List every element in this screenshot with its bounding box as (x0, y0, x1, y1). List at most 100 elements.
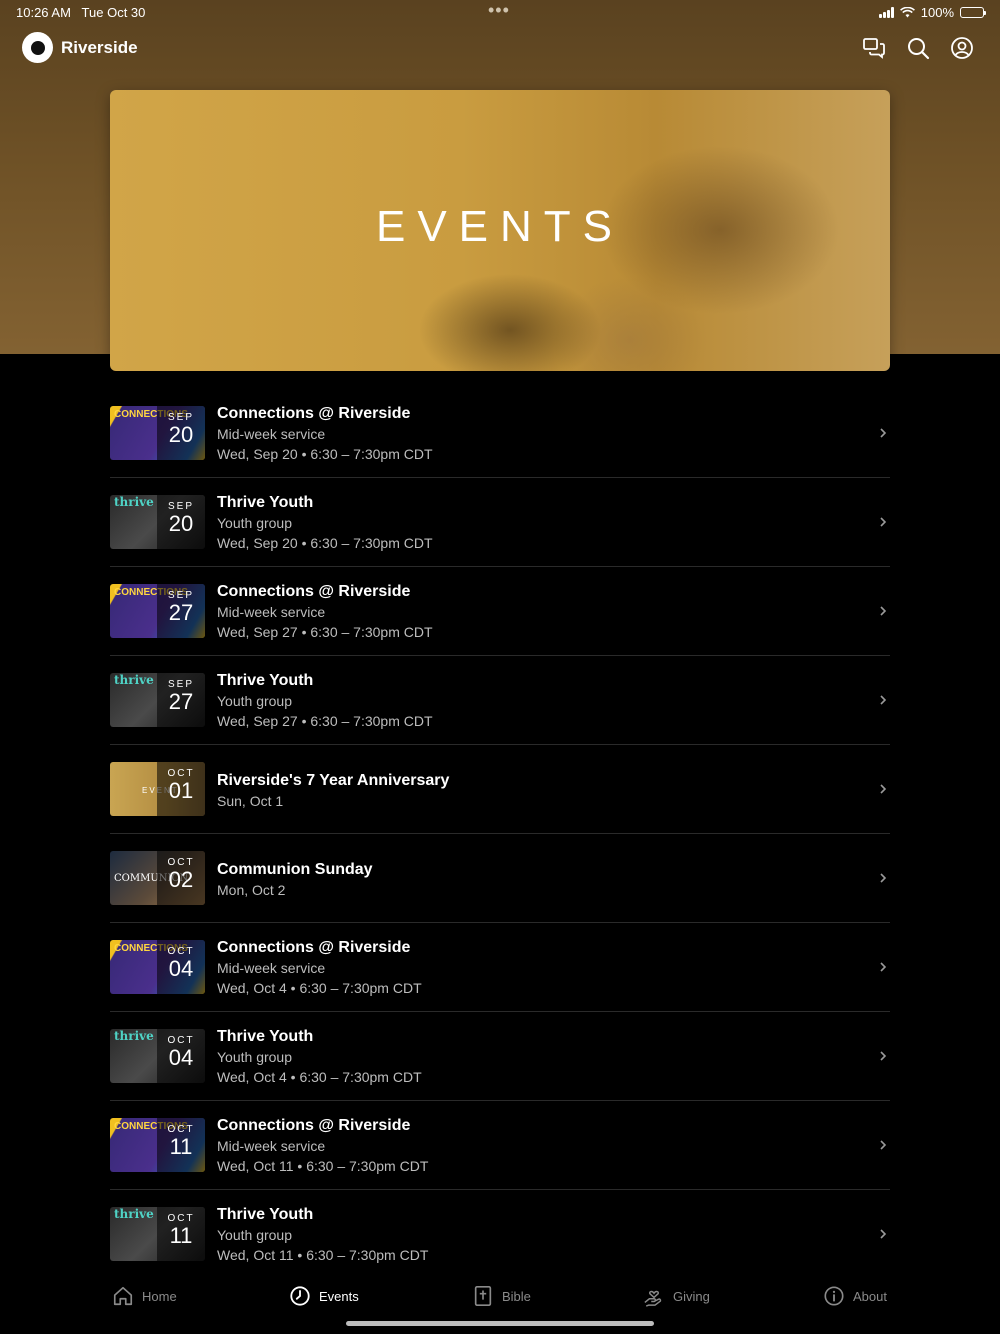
event-title: Connections @ Riverside (217, 939, 411, 956)
event-datetime: Wed, Oct 4 • 6:30 – 7:30pm CDT (217, 1069, 422, 1085)
status-bar: 10:26 AM Tue Oct 30 ••• 100% (0, 0, 1000, 24)
date-badge: OCT 02 (157, 851, 205, 905)
event-thumbnail: thrive SEP 20 (110, 495, 205, 549)
event-row[interactable]: CONNECTIONS SEP 20 Connections @ Riversi… (110, 389, 890, 478)
app-title: Riverside (61, 38, 138, 57)
tab-home[interactable]: Home (112, 1282, 177, 1310)
events-hero-banner: EVENTS (110, 90, 890, 371)
tab-label: Bible (502, 1288, 531, 1304)
battery-percent: 100% (920, 5, 954, 20)
event-row[interactable]: thrive OCT 11 Thrive Youth Youth group W… (110, 1190, 890, 1278)
chat-icon[interactable] (862, 36, 886, 60)
giving-icon (644, 1290, 662, 1307)
chevron-right-icon (880, 873, 887, 883)
tab-label: About (853, 1288, 887, 1304)
date-badge: SEP 20 (157, 406, 205, 460)
event-subtitle: Youth group (217, 515, 292, 531)
event-thumbnail: CONNECTIONS OCT 11 (110, 1118, 205, 1172)
event-info: Connections @ Riverside Mid-week service… (217, 938, 422, 998)
clock-icon (290, 1286, 310, 1306)
status-time: 10:26 AM Tue Oct 30 (16, 5, 145, 20)
event-title: Communion Sunday (217, 861, 373, 878)
event-info: Thrive Youth Youth group Wed, Sep 27 • 6… (217, 671, 433, 731)
thumbnail-text: thrive (114, 1207, 154, 1221)
app-header: Riverside (0, 30, 1000, 66)
multitask-dots-icon[interactable]: ••• (488, 0, 510, 21)
event-row[interactable]: thrive SEP 27 Thrive Youth Youth group W… (110, 656, 890, 745)
search-icon[interactable] (906, 36, 930, 60)
header-actions (862, 36, 974, 60)
event-title: Thrive Youth (217, 672, 314, 689)
date-badge: OCT 11 (157, 1118, 205, 1172)
badge-day: 27 (168, 600, 194, 625)
tab-bible[interactable]: Bible (472, 1282, 531, 1310)
event-datetime: Wed, Oct 11 • 6:30 – 7:30pm CDT (217, 1158, 429, 1174)
event-title: Riverside's 7 Year Anniversary (217, 772, 450, 789)
badge-day: 20 (168, 511, 194, 536)
thumbnail-text: thrive (114, 1029, 154, 1043)
badge-day: 02 (168, 867, 194, 892)
event-datetime: Wed, Oct 4 • 6:30 – 7:30pm CDT (217, 980, 422, 996)
date-badge: SEP 27 (157, 673, 205, 727)
event-info: Thrive Youth Youth group Wed, Oct 11 • 6… (217, 1205, 428, 1265)
thumbnail-text: thrive (114, 495, 154, 509)
event-row[interactable]: CONNECTIONS SEP 27 Connections @ Riversi… (110, 567, 890, 656)
profile-icon[interactable] (950, 36, 974, 60)
event-row[interactable]: CONNECTIONS OCT 04 Connections @ Riversi… (110, 923, 890, 1012)
event-thumbnail: CONNECTIONS SEP 27 (110, 584, 205, 638)
tab-label: Home (142, 1288, 177, 1304)
status-date: Tue Oct 30 (81, 5, 146, 20)
event-datetime: Wed, Oct 11 • 6:30 – 7:30pm CDT (217, 1247, 429, 1263)
date-badge: OCT 04 (157, 940, 205, 994)
date-badge: SEP 20 (157, 495, 205, 549)
bible-icon (474, 1286, 492, 1306)
event-datetime: Wed, Sep 20 • 6:30 – 7:30pm CDT (217, 446, 433, 462)
tab-events[interactable]: Events (289, 1282, 359, 1310)
status-indicators: 100% (878, 5, 986, 20)
chevron-right-icon (880, 695, 887, 705)
event-subtitle: Mid-week service (217, 1138, 326, 1154)
badge-day: 27 (168, 689, 194, 714)
badge-day: 04 (168, 956, 194, 981)
battery-icon (960, 7, 986, 18)
event-row[interactable]: thrive OCT 04 Thrive Youth Youth group W… (110, 1012, 890, 1101)
event-info: Connections @ Riverside Mid-week service… (217, 582, 433, 642)
tab-giving[interactable]: Giving (643, 1282, 710, 1310)
badge-day: 11 (169, 1134, 193, 1159)
tab-about[interactable]: About (823, 1282, 887, 1310)
event-subtitle: Mon, Oct 2 (217, 882, 286, 898)
event-thumbnail: COMMUNION OCT 02 (110, 851, 205, 905)
badge-day: 04 (168, 1045, 194, 1070)
church-logo[interactable] (22, 32, 53, 63)
event-row[interactable]: EVENT OCT 01 Riverside's 7 Year Annivers… (110, 745, 890, 834)
event-subtitle: Youth group (217, 1227, 292, 1243)
event-thumbnail: thrive SEP 27 (110, 673, 205, 727)
info-icon (824, 1286, 844, 1306)
chevron-right-icon (880, 1229, 887, 1239)
event-thumbnail: CONNECTIONS OCT 04 (110, 940, 205, 994)
event-subtitle: Mid-week service (217, 426, 326, 442)
event-info: Connections @ Riverside Mid-week service… (217, 1116, 428, 1176)
event-subtitle: Sun, Oct 1 (217, 793, 284, 809)
event-datetime: Wed, Sep 27 • 6:30 – 7:30pm CDT (217, 713, 433, 729)
home-indicator[interactable] (346, 1321, 654, 1326)
event-row[interactable]: COMMUNION OCT 02 Communion Sunday Mon, O… (110, 834, 890, 923)
event-title: Thrive Youth (217, 494, 314, 511)
event-datetime: Wed, Sep 20 • 6:30 – 7:30pm CDT (217, 535, 433, 551)
chevron-right-icon (880, 1140, 887, 1150)
date-badge: OCT 11 (157, 1207, 205, 1261)
event-info: Connections @ Riverside Mid-week service… (217, 404, 433, 464)
event-row[interactable]: thrive SEP 20 Thrive Youth Youth group W… (110, 478, 890, 567)
chevron-right-icon (880, 962, 887, 972)
event-row[interactable]: CONNECTIONS OCT 11 Connections @ Riversi… (110, 1101, 890, 1190)
signal-icon (878, 7, 894, 18)
event-info: Communion Sunday Mon, Oct 2 (217, 860, 373, 900)
home-icon (113, 1286, 133, 1306)
event-title: Connections @ Riverside (217, 405, 411, 422)
chevron-right-icon (880, 517, 887, 527)
event-thumbnail: EVENT OCT 01 (110, 762, 205, 816)
event-title: Connections @ Riverside (217, 1117, 411, 1134)
event-subtitle: Mid-week service (217, 960, 326, 976)
event-info: Thrive Youth Youth group Wed, Sep 20 • 6… (217, 493, 433, 553)
event-subtitle: Youth group (217, 1049, 292, 1065)
